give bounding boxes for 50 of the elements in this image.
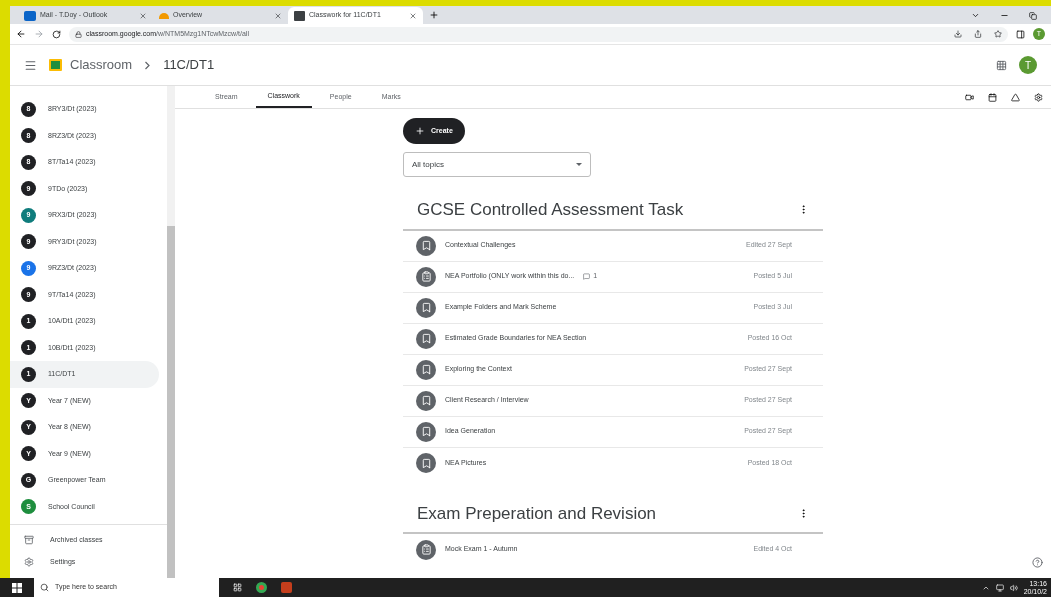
volume-icon[interactable] bbox=[1009, 583, 1018, 592]
new-tab-icon[interactable] bbox=[429, 10, 439, 20]
material-icon bbox=[416, 421, 436, 442]
reload-icon[interactable] bbox=[52, 29, 61, 39]
menu-icon[interactable] bbox=[24, 58, 37, 72]
close-icon[interactable] bbox=[274, 11, 282, 20]
network-icon[interactable] bbox=[995, 583, 1004, 592]
side-panel-icon[interactable] bbox=[1016, 29, 1025, 39]
topic-title: GCSE Controlled Assessment Task bbox=[417, 199, 684, 221]
material-icon bbox=[416, 390, 436, 411]
material-icon bbox=[416, 297, 436, 318]
material-icon bbox=[416, 453, 436, 473]
assignment-icon bbox=[416, 266, 436, 287]
topic-title: Exam Preperation and Revision bbox=[417, 502, 657, 525]
archive-icon bbox=[24, 535, 34, 545]
apps-grid-icon[interactable] bbox=[996, 59, 1007, 71]
assignment-icon bbox=[416, 539, 436, 560]
calendar-icon[interactable] bbox=[988, 92, 997, 102]
classroom-logo-icon bbox=[49, 59, 62, 71]
task-view-icon[interactable] bbox=[233, 583, 242, 592]
material-icon bbox=[416, 328, 436, 349]
chrome-icon[interactable] bbox=[256, 582, 267, 593]
chevron-right-icon bbox=[144, 60, 152, 70]
material-icon bbox=[416, 235, 436, 256]
class-name: 11C/DT1 bbox=[163, 56, 215, 75]
comment-icon bbox=[583, 273, 591, 280]
mail-icon bbox=[24, 10, 36, 21]
cloud-icon bbox=[159, 12, 169, 19]
tab-search-icon[interactable] bbox=[971, 11, 980, 20]
classroom-icon bbox=[294, 10, 305, 21]
share-icon[interactable] bbox=[974, 30, 982, 38]
restore-icon[interactable] bbox=[1029, 12, 1037, 20]
topic-dropdown[interactable]: All topics bbox=[403, 152, 591, 177]
app-title[interactable]: Classroom bbox=[70, 55, 133, 75]
help-icon[interactable] bbox=[1032, 557, 1043, 568]
material-icon bbox=[416, 359, 436, 380]
close-icon[interactable] bbox=[409, 11, 417, 20]
plus-icon bbox=[415, 126, 425, 136]
windows-logo-icon bbox=[12, 582, 22, 593]
caret-icon bbox=[576, 163, 582, 166]
close-icon[interactable] bbox=[139, 11, 147, 20]
video-icon[interactable] bbox=[965, 92, 974, 102]
bookmark-star-icon[interactable] bbox=[994, 30, 1002, 38]
settings-icon bbox=[24, 557, 34, 567]
back-icon[interactable] bbox=[16, 29, 26, 39]
settings-icon[interactable] bbox=[1034, 92, 1043, 102]
download-icon[interactable] bbox=[954, 30, 962, 38]
drive-icon[interactable] bbox=[1011, 92, 1020, 102]
scrollbar[interactable] bbox=[167, 86, 175, 578]
search-icon bbox=[40, 583, 49, 592]
